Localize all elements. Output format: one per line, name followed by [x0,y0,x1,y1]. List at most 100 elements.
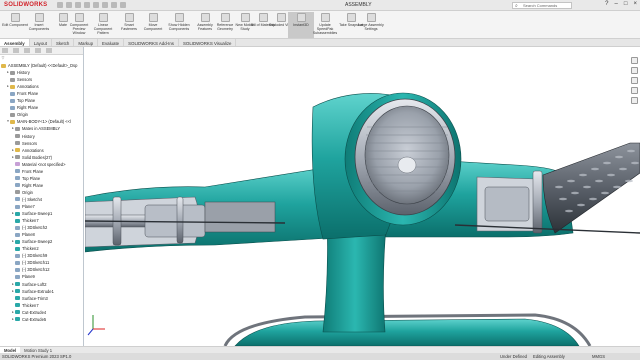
tree-item-label: (-) 3DSketch12 [22,267,50,273]
open-icon[interactable] [66,2,73,8]
tree-item-label: (-) 3DSketch2 [22,225,48,231]
ribbon-button-7[interactable]: Show Hidden Components [166,12,192,38]
minimize-icon[interactable]: – [615,1,618,7]
tree-item[interactable]: ▸ Annotations [0,83,83,90]
tab-4[interactable]: Evaluate [98,39,125,46]
tree-item[interactable]: Surface-Trim3 [0,295,83,302]
feature-icon [15,183,20,188]
tree-item[interactable]: Sensors [0,140,83,147]
tree-item[interactable]: Plane9 [0,273,83,280]
tree-item-label: (-) Sketch4 [22,196,43,202]
feature-icon [15,289,20,294]
filter-row[interactable]: ▽ [0,55,83,62]
tree-item[interactable]: Right Plane [0,104,83,111]
ribbon-button-13[interactable]: Instant3D [288,12,314,38]
tree-item[interactable]: (-) 3DSketch2 [0,224,83,231]
headlight-lens [364,105,450,205]
solidworks-logo[interactable]: SOLIDWORKS [4,2,47,8]
tree-item[interactable]: Material <not specified> [0,161,83,168]
tree-item[interactable]: ▾ MAIN-BODY<1> (Default) <<l [0,118,83,125]
tree-item[interactable]: ▸ Mates in ASSEMBLY [0,125,83,132]
tree-item[interactable]: Origin [0,111,83,118]
tree-item[interactable]: Thicken7 [0,217,83,224]
design-library-icon[interactable] [631,67,638,74]
dimxpert-tab-icon[interactable] [35,48,41,53]
tree-root[interactable]: ASSEMBLY (Default) <<Default>_Dsp [0,62,83,69]
tree-item[interactable]: ▸ Annotations [0,147,83,154]
tab-3[interactable]: Markup [74,39,99,46]
ribbon-button-0[interactable]: Edit Component [2,12,28,38]
appearances-icon[interactable] [631,97,638,104]
print-icon[interactable] [84,2,91,8]
tree-item[interactable]: (-) 3DSketch11 [0,259,83,266]
tree-item[interactable]: ▸ Surface-Loft2 [0,281,83,288]
tree-item[interactable]: Front Plane [0,168,83,175]
graphics-area[interactable] [85,47,640,346]
feature-icon [15,267,20,272]
feature-icon [15,141,20,146]
close-icon[interactable]: × [633,1,637,7]
feature-icon [15,232,20,237]
tree-item[interactable]: Top Plane [0,97,83,104]
headlight-bulb [397,156,417,174]
help-icon[interactable]: ? [605,1,608,7]
tree-item[interactable]: Right Plane [0,182,83,189]
tree-item[interactable]: ▸ Surface-Sweep1 [0,210,83,217]
ribbon-button-label: Insert Components [28,23,50,31]
ribbon-button-4[interactable]: Linear Component Pattern [90,12,116,38]
options-icon[interactable] [120,2,127,8]
tree-item[interactable]: ▸ Surface-Extrude1 [0,288,83,295]
select-icon[interactable] [102,2,109,8]
tree-item[interactable]: (-) Sketch4 [0,196,83,203]
new-icon[interactable] [57,2,64,8]
tree-item-label: Surface-Loft2 [22,281,47,287]
feature-tree-tab-icon[interactable] [2,48,8,53]
configuration-manager-tab-icon[interactable] [24,48,30,53]
tree-item[interactable]: Top Plane [0,175,83,182]
tree-item[interactable]: Plane7 [0,203,83,210]
tree-item[interactable]: History [0,133,83,140]
tab-1[interactable]: Layout [30,39,52,46]
feature-icon [10,77,15,82]
ribbon-button-3[interactable]: Component Preview Window [66,12,92,38]
tab-0[interactable]: Assembly [0,39,30,46]
save-icon[interactable] [75,2,82,8]
tree-item[interactable]: (-) 3DSketch12 [0,266,83,273]
tree-item-label: Plane8 [22,232,35,238]
view-palette-icon[interactable] [631,87,638,94]
file-explorer-icon[interactable] [631,77,638,84]
tab-2[interactable]: Sketch [52,39,75,46]
tree-item[interactable]: ▸ Cut-Extrude5 [0,316,83,323]
tree-item[interactable]: Plane8 [0,231,83,238]
ribbon-button-1[interactable]: Insert Components [26,12,52,38]
tree-item[interactable]: Front Plane [0,90,83,97]
property-manager-tab-icon[interactable] [13,48,19,53]
tree-item[interactable]: Sensors [0,76,83,83]
ribbon-button-14[interactable]: Update SpeedPak Subassemblies [312,12,338,38]
status-units[interactable]: MMGS [592,353,605,360]
tree-item-label: Plane7 [22,204,35,209]
tree-item[interactable]: ▸ History [0,69,83,76]
window-controls: ? – □ × [605,1,637,7]
tree-item[interactable]: Origin [0,189,83,196]
tree-item[interactable]: ▸ Surface-Sweep2 [0,238,83,245]
ribbon-button-16[interactable]: Large Assembly Settings [358,12,384,38]
tree-item[interactable]: Thicken2 [0,245,83,252]
ribbon-button-6[interactable]: Move Component [140,12,166,38]
ribbon-button-icon [320,13,330,22]
resources-icon[interactable] [631,57,638,64]
display-manager-tab-icon[interactable] [46,48,52,53]
tree-item[interactable]: Thicken7 [0,302,83,309]
tab-5[interactable]: SOLIDWORKS Add-Ins [124,39,179,46]
tree-item-label: Origin [17,112,28,118]
rebuild-icon[interactable] [111,2,118,8]
tree-item[interactable]: (-) 3DSketch9 [0,252,83,259]
ribbon-button-5[interactable]: Smart Fasteners [116,12,142,38]
undo-icon[interactable] [93,2,100,8]
search-commands-input[interactable]: ⌕ Search Commands [512,2,572,9]
tab-6[interactable]: SOLIDWORKS Visualize [179,39,237,46]
maximize-icon[interactable]: □ [624,1,628,7]
tree-item[interactable]: ▸ Cut-Extrude4 [0,309,83,316]
tree-item[interactable]: ▸ Solid Bodies(27) [0,154,83,161]
lower-body [234,318,580,346]
